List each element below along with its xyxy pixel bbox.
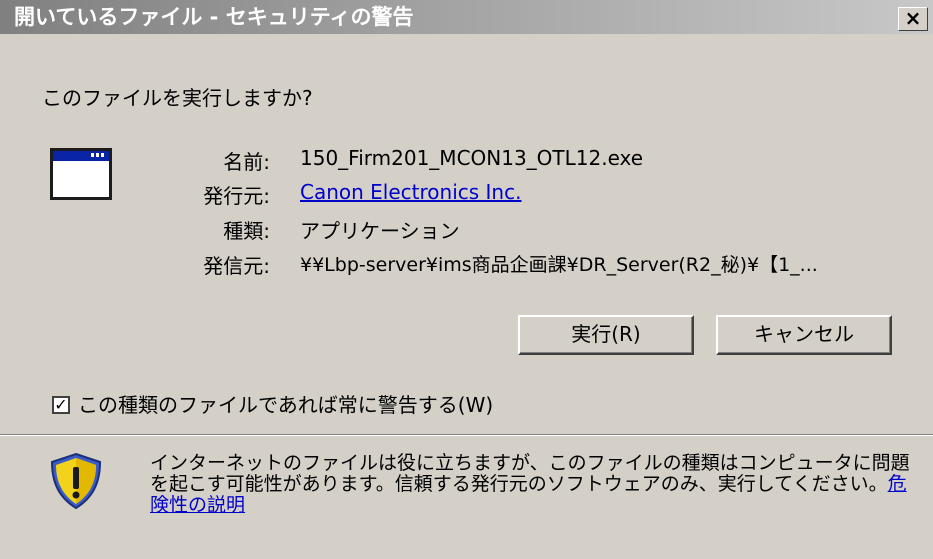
file-type: アプリケーション: [300, 219, 460, 243]
security-warning-dialog: 開いているファイル - セキュリティの警告 × このファイルを実行しますか? 名…: [0, 0, 933, 559]
always-warn-label[interactable]: この種類のファイルであれば常に警告する(W): [78, 389, 493, 418]
separator: [0, 434, 933, 436]
close-button[interactable]: ×: [898, 7, 928, 31]
always-warn-checkbox[interactable]: ✓: [52, 396, 70, 414]
type-label: 種類:: [223, 219, 270, 243]
window-title: 開いているファイル - セキュリティの警告: [14, 5, 414, 29]
warning-link-prefix: 。: [868, 473, 888, 495]
close-icon: ×: [904, 6, 922, 30]
cancel-button[interactable]: キャンセル: [716, 315, 892, 355]
publisher-link[interactable]: Canon Electronics Inc.: [300, 180, 521, 204]
title-bar[interactable]: 開いているファイル - セキュリティの警告 ×: [0, 0, 933, 34]
publisher-label: 発行元:: [203, 184, 270, 208]
file-name: 150_Firm201_MCON13_OTL12.exe: [300, 146, 644, 170]
warning-text: インターネットのファイルは役に立ちますが、このファイルの種類はコンピュータに問題…: [150, 452, 910, 495]
file-source: ¥¥Lbp-server¥ims商品企画課¥DR_Server(R2_秘)¥【1…: [300, 254, 818, 276]
security-shield-warning-icon: [50, 452, 102, 510]
name-label: 名前:: [223, 150, 270, 174]
application-window-icon: [50, 148, 112, 200]
source-label: 発信元:: [203, 254, 270, 278]
warning-message: インターネットのファイルは役に立ちますが、このファイルの種類はコンピュータに問題…: [150, 453, 910, 516]
prompt-question: このファイルを実行しますか?: [42, 86, 313, 110]
run-button[interactable]: 実行(R): [518, 315, 694, 355]
